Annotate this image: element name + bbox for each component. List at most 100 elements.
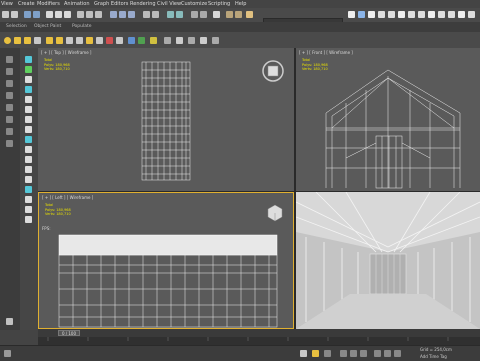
render-frame-icon[interactable]	[235, 11, 242, 18]
tool-icon-1[interactable]	[6, 56, 13, 63]
panel-icon-e[interactable]	[25, 96, 32, 103]
menu-create[interactable]: Create	[18, 1, 35, 7]
toolbar-icon-f[interactable]	[398, 11, 405, 18]
panel-icon-o[interactable]	[25, 196, 32, 203]
move-icon[interactable]	[77, 11, 84, 18]
tool-icon-3[interactable]	[6, 80, 13, 87]
align-icon[interactable]	[152, 11, 159, 18]
bookmark-icon[interactable]	[200, 37, 207, 44]
pan-icon[interactable]	[384, 350, 391, 357]
menu-rendering[interactable]: Rendering	[130, 1, 156, 7]
panel-icon-f[interactable]	[25, 106, 32, 113]
toolbar-icon-h[interactable]	[418, 11, 425, 18]
scale-icon[interactable]	[95, 11, 102, 18]
systems-icon[interactable]	[116, 37, 123, 44]
panel-icon-m[interactable]	[25, 176, 32, 183]
toolbar-icon-d[interactable]	[378, 11, 385, 18]
menu-customize[interactable]: Customize	[181, 1, 207, 7]
menu-modifiers[interactable]: Modifiers	[37, 1, 60, 7]
tool-icon-7[interactable]	[6, 128, 13, 135]
viewport-perspective[interactable]	[296, 192, 480, 329]
tab-selection[interactable]: Selection	[6, 24, 27, 29]
grid-icon[interactable]	[188, 37, 195, 44]
track-bar[interactable]	[38, 337, 480, 345]
snap-toggle-icon[interactable]	[46, 37, 53, 44]
display-icon[interactable]	[164, 37, 171, 44]
render-icon[interactable]	[246, 11, 253, 18]
toolbar-icon-k[interactable]	[448, 11, 455, 18]
scene-explorer-icon[interactable]	[176, 11, 183, 18]
panel-icon-q[interactable]	[25, 216, 32, 223]
viewport-left[interactable]: [ + ] [ Left ] [ Wireframe ] Total Polys…	[38, 192, 294, 329]
folder-icon[interactable]	[14, 37, 21, 44]
panel-icon-j[interactable]	[25, 146, 32, 153]
menu-view[interactable]: View	[1, 1, 13, 7]
sphere-icon[interactable]	[86, 37, 93, 44]
play-back-icon[interactable]	[340, 350, 347, 357]
key-mode-icon[interactable]	[312, 350, 319, 357]
orb-icon[interactable]	[4, 37, 11, 44]
utility-icon[interactable]	[128, 37, 135, 44]
save-icon[interactable]	[34, 37, 41, 44]
lock-icon[interactable]	[300, 350, 307, 357]
toolbar-icon-a[interactable]	[348, 11, 355, 18]
select-object-icon[interactable]	[46, 11, 53, 18]
schematic-icon[interactable]	[200, 11, 207, 18]
panel-icon-g[interactable]	[25, 116, 32, 123]
tool-icon-5[interactable]	[6, 104, 13, 111]
orbit-icon[interactable]	[394, 350, 401, 357]
viewport-divider-vertical[interactable]	[294, 48, 296, 329]
layer-icon[interactable]	[167, 11, 174, 18]
spacewarp-icon[interactable]	[106, 37, 113, 44]
time-slider-thumb[interactable]: 0 / 100	[58, 330, 80, 336]
render-setup-icon[interactable]	[226, 11, 233, 18]
menu-animation[interactable]: Animation	[64, 1, 90, 7]
material-editor-icon[interactable]	[213, 11, 220, 18]
panel-icon-p[interactable]	[25, 206, 32, 213]
undo-icon[interactable]	[2, 11, 9, 18]
panel-icon-a[interactable]	[25, 56, 32, 63]
time-slider[interactable]	[38, 329, 480, 337]
gear-icon[interactable]	[6, 318, 13, 325]
viewcube-icon[interactable]	[263, 201, 287, 225]
light-icon[interactable]	[56, 37, 63, 44]
tool-icon-6[interactable]	[6, 116, 13, 123]
panel-icon-h[interactable]	[25, 126, 32, 133]
toolbar-icon-b[interactable]	[358, 11, 365, 18]
redo-icon[interactable]	[11, 11, 18, 18]
menu-civil-view[interactable]: Civil View	[157, 1, 181, 7]
panel-icon-k[interactable]	[25, 156, 32, 163]
xyz-icon[interactable]	[324, 350, 331, 357]
viewport-front[interactable]: [ + ] [ Front ] [ Wireframe ] Total Poly…	[296, 48, 480, 191]
camera-icon[interactable]	[66, 37, 73, 44]
curve-editor-icon[interactable]	[191, 11, 198, 18]
unlink-icon[interactable]	[33, 11, 40, 18]
list-icon[interactable]	[212, 37, 219, 44]
panel-icon-i[interactable]	[25, 136, 32, 143]
tree-icon[interactable]	[138, 37, 145, 44]
tab-object-paint[interactable]: Object Paint	[34, 24, 61, 29]
select-by-name-icon[interactable]	[55, 11, 62, 18]
panel-icon-l[interactable]	[25, 166, 32, 173]
toolbar-icon-e[interactable]	[388, 11, 395, 18]
menu-scripting[interactable]: Scripting	[208, 1, 230, 7]
angle-snap-icon[interactable]	[119, 11, 126, 18]
bulb-icon[interactable]	[150, 37, 157, 44]
toolbar-icon-c[interactable]	[368, 11, 375, 18]
helper-icon[interactable]	[76, 37, 83, 44]
play-forward-icon[interactable]	[360, 350, 367, 357]
tab-populate[interactable]: Populate	[72, 24, 92, 29]
mirror-icon[interactable]	[143, 11, 150, 18]
panel-icon-b[interactable]	[25, 66, 32, 73]
menu-help[interactable]: Help	[235, 1, 246, 7]
toolbar-icon-m[interactable]	[468, 11, 475, 18]
rotate-icon[interactable]	[86, 11, 93, 18]
link-icon[interactable]	[24, 11, 31, 18]
percent-snap-icon[interactable]	[128, 11, 135, 18]
panel-icon-d[interactable]	[25, 86, 32, 93]
tool-icon[interactable]	[96, 37, 103, 44]
toolbar-icon-j[interactable]	[438, 11, 445, 18]
selection-region-icon[interactable]	[64, 11, 71, 18]
viewport-top[interactable]: [ + ] [ Top ] [ Wireframe ] Total Polys:…	[38, 48, 294, 191]
toolbar-icon-l[interactable]	[458, 11, 465, 18]
